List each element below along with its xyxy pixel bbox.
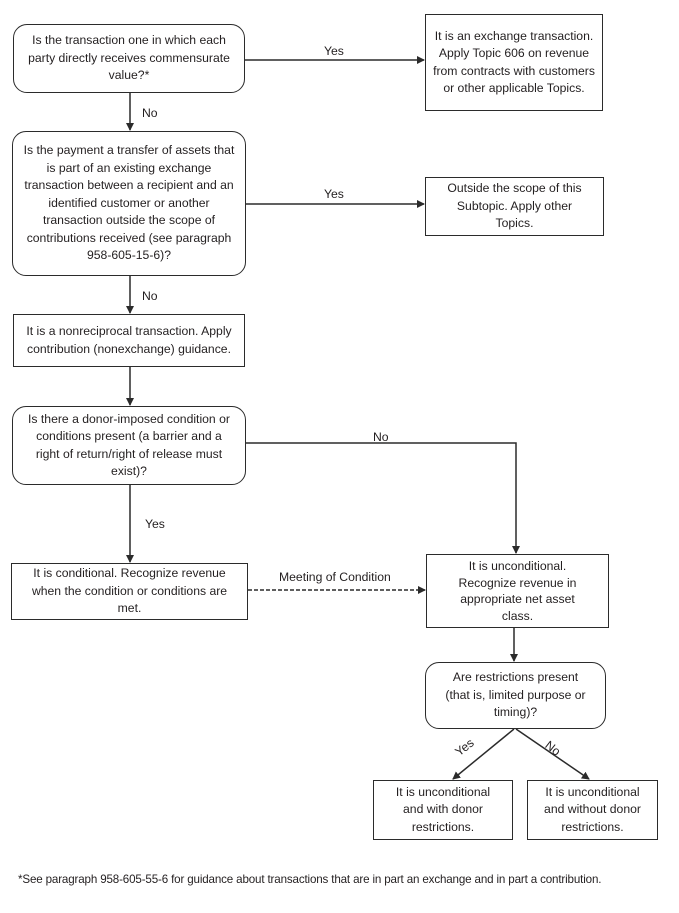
result-without-donor-restrictions: It is unconditional and without donor re… [527, 780, 658, 840]
decision-text: Is the transaction one in which each par… [28, 33, 230, 83]
edge-label-meeting-of-condition: Meeting of Condition [279, 570, 391, 584]
edge-label-q2-no: No [142, 289, 158, 303]
result-text: It is unconditional. Recognize revenue i… [458, 559, 577, 623]
edge-label-q1-yes: Yes [324, 44, 344, 58]
result-text: It is conditional. Recognize revenue whe… [31, 566, 228, 616]
decision-text: Is the payment a transfer of assets that… [23, 143, 235, 263]
result-exchange-transaction: It is an exchange transaction. Apply Top… [425, 14, 603, 111]
decision-transfer-of-assets: Is the payment a transfer of assets that… [12, 131, 246, 276]
result-text: It is unconditional and without donor re… [544, 784, 641, 834]
footnote: *See paragraph 958-605-55-6 for guidance… [18, 873, 602, 886]
result-with-donor-restrictions: It is unconditional and with donor restr… [373, 780, 513, 840]
step-nonreciprocal-transaction: It is a nonreciprocal transaction. Apply… [13, 314, 245, 367]
result-text: It is an exchange transaction. Apply Top… [433, 28, 595, 96]
step-text: It is a nonreciprocal transaction. Apply… [26, 324, 232, 356]
decision-donor-imposed-condition: Is there a donor-imposed condition or co… [12, 406, 246, 485]
decision-restrictions-present: Are restrictions present (that is, limit… [425, 662, 606, 729]
decision-text: Is there a donor-imposed condition or co… [28, 411, 230, 479]
edge-label-q1-no: No [142, 106, 158, 120]
result-text: It is unconditional and with donor restr… [395, 784, 491, 834]
edge-label-q3-no: No [373, 430, 389, 444]
result-conditional: It is conditional. Recognize revenue whe… [11, 563, 248, 620]
result-outside-scope: Outside the scope of this Subtopic. Appl… [425, 177, 604, 236]
edge-label-q3-yes: Yes [145, 517, 165, 531]
edge-label-q2-yes: Yes [324, 187, 344, 201]
result-unconditional: It is unconditional. Recognize revenue i… [426, 554, 609, 628]
decision-text: Are restrictions present (that is, limit… [445, 670, 586, 720]
decision-commensurate-value: Is the transaction one in which each par… [13, 24, 245, 93]
result-text: Outside the scope of this Subtopic. Appl… [447, 181, 582, 231]
arrow-q3-no [245, 442, 520, 554]
